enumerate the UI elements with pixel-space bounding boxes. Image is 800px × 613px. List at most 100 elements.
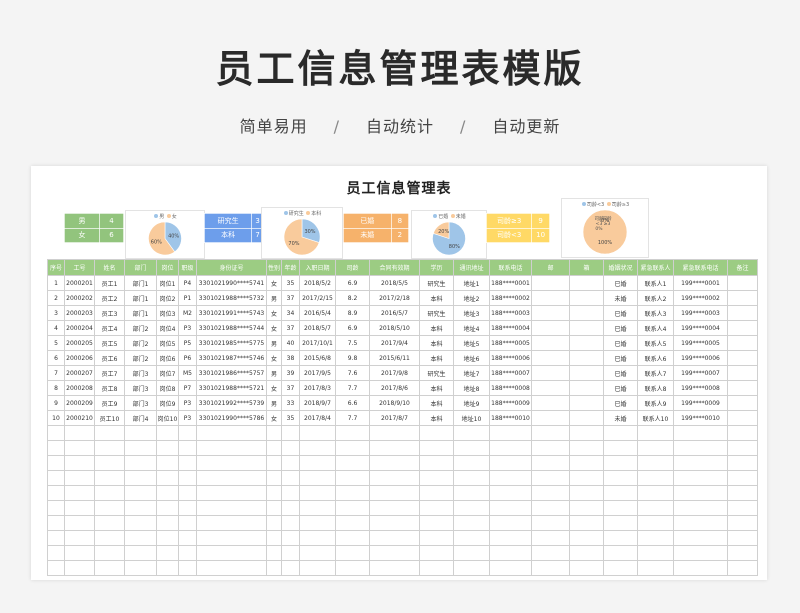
table-cell[interactable] [178,560,197,576]
table-cell[interactable]: 已婚 [603,395,638,411]
table-cell[interactable] [178,545,197,561]
table-cell[interactable]: 2000205 [64,335,95,351]
table-cell[interactable] [196,530,267,546]
table-cell[interactable] [727,455,758,471]
column-header[interactable]: 性别 [266,259,282,276]
table-cell[interactable] [369,470,420,486]
table-cell[interactable]: 39 [281,365,300,381]
table-cell[interactable] [531,440,570,456]
table-cell[interactable]: 地址2 [453,290,490,306]
table-cell[interactable]: 3301021988****5744 [196,320,267,336]
table-cell[interactable]: 4 [47,320,65,336]
table-cell[interactable] [178,440,197,456]
table-cell[interactable] [178,500,197,516]
table-cell[interactable] [727,380,758,396]
table-cell[interactable] [419,545,454,561]
table-cell[interactable] [94,500,125,516]
table-cell[interactable]: 已婚 [603,275,638,291]
column-header[interactable]: 紧急联系电话 [673,259,728,276]
table-cell[interactable] [489,560,532,576]
table-cell[interactable]: 199****0004 [673,320,728,336]
column-header[interactable]: 通讯地址 [453,259,490,276]
table-cell[interactable]: 2016/5/4 [299,305,336,321]
table-cell[interactable] [266,500,282,516]
table-cell[interactable]: 岗位10 [156,410,179,426]
table-cell[interactable] [335,455,370,471]
table-cell[interactable] [156,455,179,471]
table-cell[interactable]: 37 [281,380,300,396]
table-cell[interactable] [335,500,370,516]
table-cell[interactable]: 部门1 [124,290,157,306]
table-cell[interactable] [489,485,532,501]
table-cell[interactable] [727,305,758,321]
table-cell[interactable] [569,470,604,486]
table-cell[interactable] [94,425,125,441]
table-cell[interactable]: 女 [266,305,282,321]
table-cell[interactable] [47,530,65,546]
table-cell[interactable]: 188****0003 [489,305,532,321]
table-cell[interactable]: 38 [281,350,300,366]
table-cell[interactable]: 8 [47,380,65,396]
table-cell[interactable]: 3301021991****5743 [196,305,267,321]
table-cell[interactable]: 40 [281,335,300,351]
table-cell[interactable] [603,545,638,561]
table-cell[interactable] [727,560,758,576]
table-cell[interactable] [569,290,604,306]
table-cell[interactable]: 男 [266,290,282,306]
table-cell[interactable] [299,530,336,546]
column-header[interactable]: 入职日期 [299,259,336,276]
table-cell[interactable] [47,500,65,516]
table-cell[interactable]: 5 [47,335,65,351]
table-cell[interactable] [673,485,728,501]
table-cell[interactable] [266,485,282,501]
table-cell[interactable]: 员工10 [94,410,125,426]
table-cell[interactable]: 2018/5/10 [369,320,420,336]
table-cell[interactable] [64,425,95,441]
table-cell[interactable] [569,350,604,366]
table-cell[interactable] [453,500,490,516]
table-cell[interactable]: 2016/5/7 [369,305,420,321]
table-cell[interactable]: P7 [178,380,197,396]
table-cell[interactable] [489,530,532,546]
table-cell[interactable] [178,485,197,501]
table-cell[interactable] [531,290,570,306]
table-cell[interactable] [637,530,674,546]
table-cell[interactable] [603,515,638,531]
table-cell[interactable]: 7 [47,365,65,381]
table-cell[interactable]: 7.6 [335,365,370,381]
table-cell[interactable] [603,455,638,471]
table-cell[interactable]: M2 [178,305,197,321]
table-cell[interactable] [299,485,336,501]
table-cell[interactable]: 女 [266,410,282,426]
column-header[interactable]: 工号 [64,259,95,276]
table-cell[interactable]: 188****0007 [489,365,532,381]
table-cell[interactable] [369,560,420,576]
table-cell[interactable] [369,440,420,456]
table-cell[interactable] [281,560,300,576]
table-cell[interactable] [196,545,267,561]
table-cell[interactable] [266,530,282,546]
table-cell[interactable] [637,515,674,531]
table-cell[interactable] [569,305,604,321]
table-cell[interactable] [64,545,95,561]
table-cell[interactable] [47,455,65,471]
table-cell[interactable]: 188****0008 [489,380,532,396]
table-cell[interactable]: 10 [47,410,65,426]
table-cell[interactable] [156,440,179,456]
table-cell[interactable]: 7.7 [335,410,370,426]
table-cell[interactable] [335,530,370,546]
table-cell[interactable] [453,440,490,456]
table-cell[interactable]: 2000203 [64,305,95,321]
table-cell[interactable]: 岗位5 [156,335,179,351]
table-cell[interactable]: 女 [266,350,282,366]
table-cell[interactable] [196,500,267,516]
table-cell[interactable] [94,530,125,546]
table-cell[interactable]: 地址8 [453,380,490,396]
table-cell[interactable] [281,485,300,501]
table-cell[interactable] [178,470,197,486]
table-cell[interactable] [196,425,267,441]
table-cell[interactable] [419,440,454,456]
table-cell[interactable] [178,515,197,531]
table-cell[interactable]: 研究生 [419,305,454,321]
table-cell[interactable]: 2000204 [64,320,95,336]
